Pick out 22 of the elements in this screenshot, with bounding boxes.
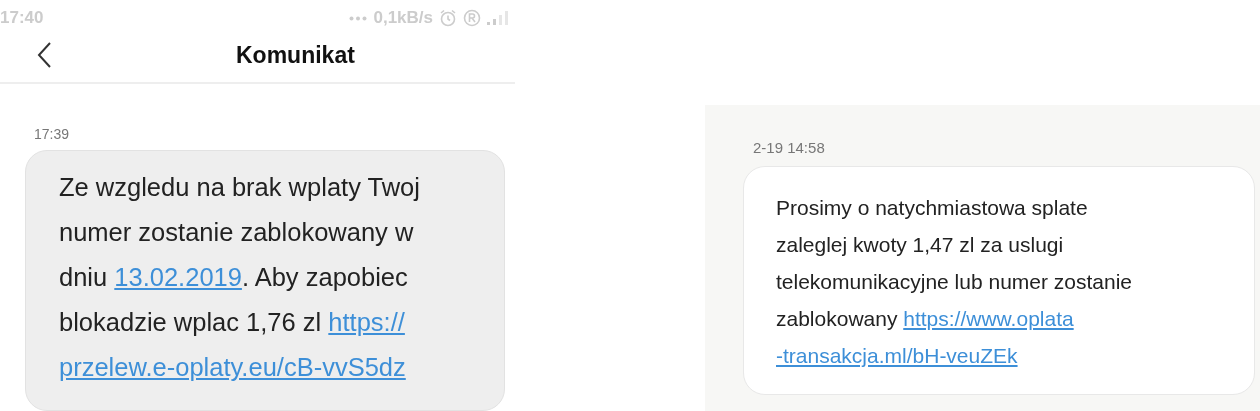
message-link[interactable]: -transakcja.ml/bH-veuZEk <box>776 344 1018 367</box>
message-link[interactable]: https://www.oplata <box>903 307 1074 330</box>
message-text: Prosimy o natychmiastowa splate <box>776 196 1088 219</box>
signal-icon <box>487 11 509 25</box>
message-text: zablokowany <box>776 307 899 330</box>
message-time: 17:39 <box>34 126 71 142</box>
message-text: . Aby zapobiec <box>241 263 408 291</box>
message-text: blokadzie wplac 1,76 zl <box>59 308 323 336</box>
back-icon[interactable] <box>36 41 52 69</box>
message-text: zaleglej kwoty 1,47 zl za uslugi <box>776 233 1064 256</box>
message-text: telekomunikacyjne lub numer zostanie <box>776 270 1133 293</box>
message-link[interactable]: przelew.e-oplaty.eu/cB-vvS5dz <box>59 353 406 381</box>
alarm-clock-icon <box>439 9 457 27</box>
message-text: numer zostanie zablokowany w <box>59 218 414 246</box>
message-time: 2-19 14:58 <box>753 139 826 156</box>
message-link[interactable]: https:// <box>328 308 405 336</box>
conversation-title: Komunikat <box>236 41 355 69</box>
message-text: Ze wzgledu na brak wplaty Twoj <box>59 173 420 201</box>
more-dots-icon <box>349 15 368 21</box>
registered-circle-icon <box>463 9 481 27</box>
message-link[interactable]: 13.02.2019 <box>114 263 242 291</box>
message-text: dniu <box>59 263 109 291</box>
